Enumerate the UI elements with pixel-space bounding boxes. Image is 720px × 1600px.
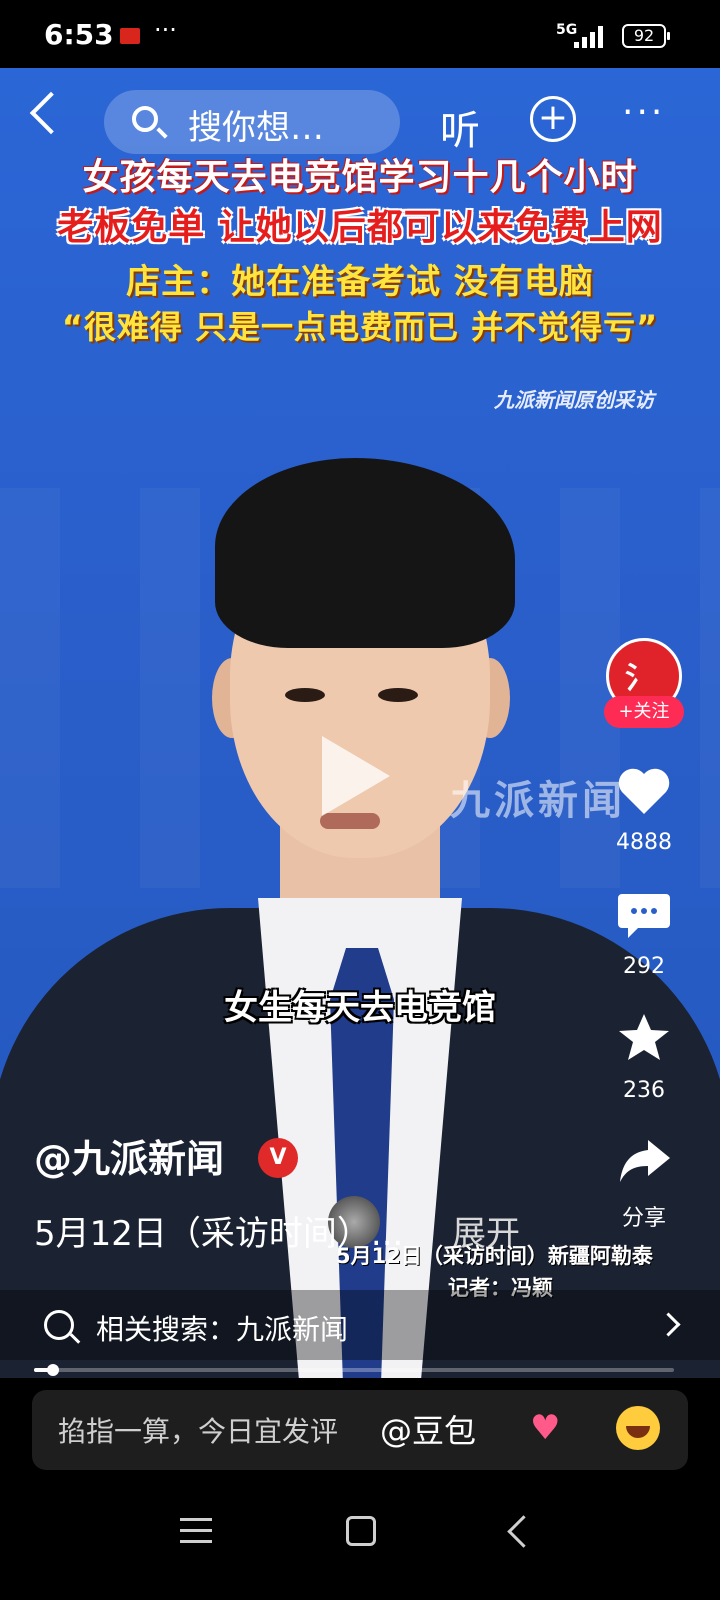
headline-line-3: 店主：她在准备考试 没有电脑 <box>126 262 594 302</box>
home-icon[interactable] <box>346 1516 376 1546</box>
video-subtitle: 女生每天去电竞馆 <box>224 988 496 1028</box>
system-nav-bar <box>0 1490 720 1600</box>
comment-placeholder: 掐指一算，今日宜发评 <box>58 1415 339 1448</box>
mention-doubao[interactable]: @豆包 <box>380 1406 476 1452</box>
top-bar: 搜你想… 听 + ··· <box>0 90 720 154</box>
battery-indicator: 92 <box>622 24 670 48</box>
comment-input[interactable]: 掐指一算，今日宜发评 @豆包 ♥ <box>32 1390 688 1470</box>
recent-apps-icon[interactable] <box>180 1518 212 1544</box>
author-name[interactable]: @九派新闻 <box>34 1128 224 1183</box>
system-back-icon[interactable] <box>507 1515 540 1548</box>
channel-logo: 氵 <box>625 661 655 696</box>
add-icon[interactable]: + <box>530 96 576 142</box>
share-label[interactable]: 分享 <box>596 1200 692 1232</box>
like-count: 4888 <box>616 830 672 855</box>
search-icon <box>132 106 158 132</box>
finger-heart-icon[interactable]: ♥ <box>530 1408 560 1448</box>
video-caption-date: 5月12日（采访时间）新疆阿勒泰 <box>336 1244 653 1268</box>
status-bar: 6:53 ··· 5G 92 <box>0 0 720 68</box>
favorite-icon[interactable] <box>616 1012 672 1062</box>
headline-line-4: “很难得 只是一点电费而已 并不觉得亏” <box>61 308 659 346</box>
search-icon <box>44 1310 74 1340</box>
comment-icon[interactable] <box>616 890 672 940</box>
anchor-eye <box>378 688 418 702</box>
follow-button[interactable]: +关注 <box>604 696 684 728</box>
signal-icon <box>574 26 603 48</box>
favorite-count: 236 <box>623 1078 665 1103</box>
listen-button[interactable]: 听 <box>440 98 480 156</box>
like-icon[interactable] <box>616 766 672 816</box>
laughing-emoji-icon[interactable] <box>616 1406 660 1450</box>
source-credit: 九派新闻原创采访 <box>494 388 654 412</box>
search-box[interactable]: 搜你想… <box>104 90 400 154</box>
clock: 6:53 <box>44 18 114 51</box>
channel-watermark: 九派新闻 <box>450 778 626 824</box>
more-icon[interactable]: ··· <box>622 92 665 133</box>
comment-count: 292 <box>623 954 665 979</box>
headline-line-2: 老板免单 让她以后都可以来免费上网 <box>57 207 663 248</box>
verified-badge: V <box>258 1138 298 1178</box>
share-icon[interactable] <box>616 1136 672 1186</box>
anchor-hair <box>215 458 515 648</box>
related-search-label: 相关搜索：九派新闻 <box>96 1313 349 1346</box>
headline-line-1: 女孩每天去电竞馆学习十几个小时 <box>82 157 638 198</box>
anchor-eye <box>285 688 325 702</box>
play-icon[interactable] <box>322 736 390 816</box>
related-search-bar[interactable]: 相关搜索：九派新闻 <box>0 1290 720 1360</box>
news-app-icon <box>120 28 140 44</box>
back-icon[interactable] <box>29 91 73 135</box>
more-notifications-icon: ··· <box>154 16 177 44</box>
chevron-right-icon <box>656 1312 681 1337</box>
search-placeholder: 搜你想… <box>188 108 324 148</box>
video-progress-bar[interactable] <box>34 1364 674 1376</box>
